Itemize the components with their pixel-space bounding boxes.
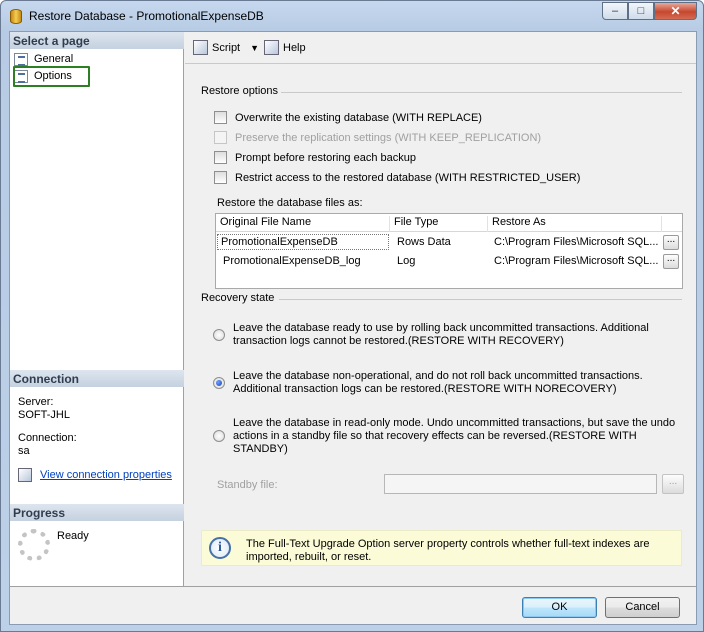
title-bar[interactable]: Restore Database - PromotionalExpenseDB …: [1, 1, 703, 31]
info-icon: i: [209, 537, 231, 559]
progress-status: Ready: [57, 530, 89, 542]
properties-icon: [18, 468, 32, 482]
restore-files-grid: Original File Name File Type Restore As …: [215, 213, 683, 289]
script-label: Script: [212, 41, 241, 54]
help-button[interactable]: Help: [264, 40, 306, 55]
ok-button[interactable]: OK: [522, 597, 597, 618]
section-divider: [279, 299, 682, 300]
dialog-footer: OK Cancel: [10, 586, 696, 624]
cell-original-file-name[interactable]: PromotionalExpenseDB_log: [223, 255, 361, 267]
column-header-original-file-name[interactable]: Original File Name: [216, 216, 390, 232]
radio-label: Leave the database ready to use by rolli…: [233, 322, 649, 347]
radio-label: Leave the database in read-only mode. Un…: [233, 417, 676, 455]
radio-button[interactable]: [213, 430, 225, 442]
close-button[interactable]: ✕: [654, 2, 697, 20]
standby-file-input[interactable]: [384, 474, 657, 494]
minimize-button[interactable]: –: [602, 2, 628, 20]
checkbox-label: Preserve the replication settings (WITH …: [235, 131, 542, 144]
prompt-before-restore-checkbox[interactable]: Prompt before restoring each backup: [214, 151, 416, 164]
cell-file-type: Rows Data: [397, 236, 451, 248]
script-icon: [193, 40, 208, 55]
help-icon: [264, 40, 279, 55]
checkbox[interactable]: [214, 171, 227, 184]
left-panel: Select a page General Options Connection…: [10, 32, 184, 586]
cancel-button[interactable]: Cancel: [605, 597, 680, 618]
options-page: Script ▼ Help Restore options Overwrite …: [185, 32, 696, 586]
server-label: Server:: [18, 396, 54, 408]
view-connection-link[interactable]: View connection properties: [40, 469, 172, 481]
page-icon: [14, 52, 28, 66]
help-label: Help: [283, 41, 306, 54]
column-header-file-type[interactable]: File Type: [390, 216, 488, 232]
browse-button[interactable]: ...: [663, 254, 679, 269]
toolbar: Script ▼ Help: [185, 32, 696, 64]
checkbox[interactable]: [214, 111, 227, 124]
window-controls: – □ ✕: [602, 2, 697, 20]
script-button[interactable]: Script ▼: [193, 40, 259, 55]
checkbox-label: Prompt before restoring each backup: [235, 151, 416, 164]
checkbox[interactable]: [214, 131, 227, 144]
grid-header: Original File Name File Type Restore As: [216, 214, 682, 232]
radio-label: Leave the database non-operational, and …: [233, 370, 643, 395]
maximize-button[interactable]: □: [628, 2, 654, 20]
recovery-option-with-standby[interactable]: Leave the database in read-only mode. Un…: [213, 417, 681, 456]
section-divider: [281, 92, 682, 93]
overwrite-checkbox[interactable]: Overwrite the existing database (WITH RE…: [214, 111, 482, 124]
checkbox-label: Restrict access to the restored database…: [235, 171, 581, 184]
cell-restore-as[interactable]: C:\Program Files\Microsoft SQL...: [494, 255, 658, 267]
info-text: The Full-Text Upgrade Option server prop…: [246, 538, 650, 563]
info-message: i The Full-Text Upgrade Option server pr…: [201, 530, 682, 566]
recovery-state-header: Recovery state: [201, 292, 275, 304]
browse-button[interactable]: ...: [663, 235, 679, 250]
checkbox[interactable]: [214, 151, 227, 164]
window-title: Restore Database - PromotionalExpenseDB: [29, 9, 264, 23]
page-item-label: General: [34, 53, 74, 65]
preserve-replication-checkbox[interactable]: Preserve the replication settings (WITH …: [214, 131, 541, 144]
cell-restore-as[interactable]: C:\Program Files\Microsoft SQL...: [494, 236, 658, 248]
recovery-option-with-recovery[interactable]: Leave the database ready to use by rolli…: [213, 322, 681, 348]
connection-header: Connection: [10, 370, 184, 387]
restrict-access-checkbox[interactable]: Restrict access to the restored database…: [214, 171, 580, 184]
radio-button-selected[interactable]: [213, 377, 225, 389]
view-connection-properties[interactable]: View connection properties: [18, 468, 172, 482]
column-header-restore-as[interactable]: Restore As: [488, 216, 662, 232]
select-page-header: Select a page: [10, 32, 184, 49]
connection-label: Connection:: [18, 432, 77, 444]
radio-button[interactable]: [213, 329, 225, 341]
dropdown-arrow-icon[interactable]: ▼: [250, 43, 259, 53]
dialog-client-area: Select a page General Options Connection…: [9, 31, 697, 625]
database-icon: [10, 9, 22, 24]
cell-file-type: Log: [397, 255, 416, 267]
page-item-general[interactable]: General: [14, 51, 73, 67]
standby-browse-button[interactable]: ...: [662, 474, 684, 494]
progress-header: Progress: [10, 504, 184, 521]
restore-options-header: Restore options: [201, 85, 279, 97]
checkbox-label: Overwrite the existing database (WITH RE…: [235, 111, 482, 124]
options-highlight: [13, 66, 90, 87]
standby-file-label: Standby file:: [217, 479, 278, 491]
progress-spinner-icon: [18, 529, 50, 561]
table-row[interactable]: PromotionalExpenseDB_log Log C:\Program …: [216, 252, 682, 271]
connection-value: sa: [18, 445, 30, 457]
server-value: SOFT-JHL: [18, 409, 70, 421]
restore-database-window: Restore Database - PromotionalExpenseDB …: [0, 0, 704, 632]
table-row[interactable]: PromotionalExpenseDB Rows Data C:\Progra…: [216, 233, 682, 252]
cell-original-file-name[interactable]: PromotionalExpenseDB: [217, 234, 389, 250]
recovery-option-with-norecovery[interactable]: Leave the database non-operational, and …: [213, 370, 681, 396]
restore-files-label: Restore the database files as:: [217, 197, 363, 209]
